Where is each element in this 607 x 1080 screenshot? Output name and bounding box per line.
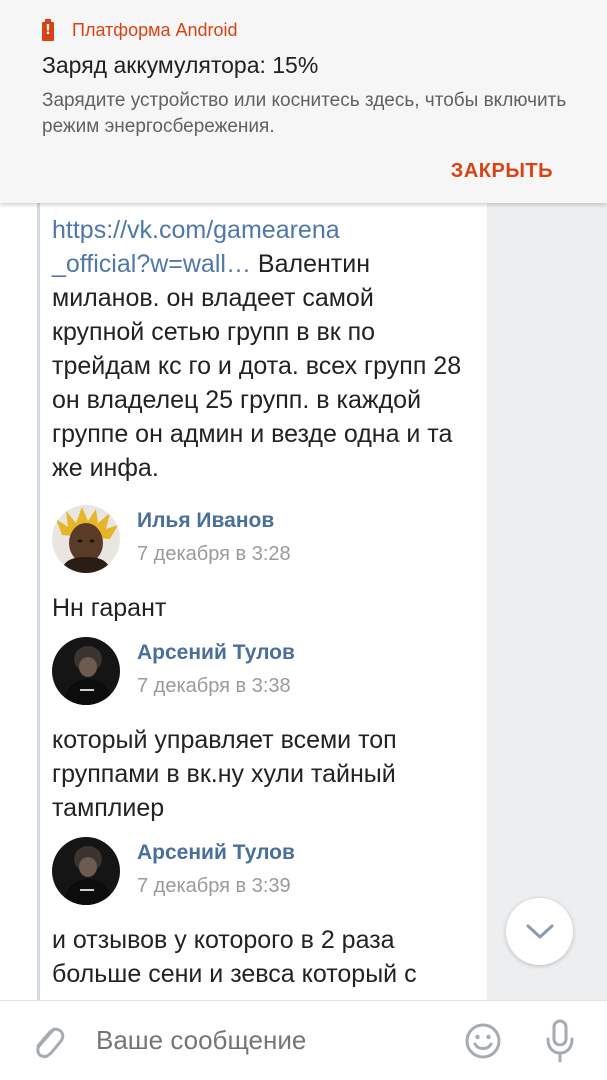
notification-app-name: Платформа Android bbox=[72, 19, 238, 40]
battery-notification[interactable]: ! Платформа Android Заряд аккумулятора: … bbox=[0, 0, 607, 203]
post-text: https://vk.com/gamearena _official?w=wall… bbox=[52, 213, 472, 485]
comment-thread: https://vk.com/gamearena _official?w=wall… bbox=[0, 185, 487, 1000]
chevron-down-icon bbox=[526, 924, 553, 938]
notification-close-button[interactable]: ЗАКРЫТЬ bbox=[451, 160, 553, 183]
avatar[interactable] bbox=[52, 637, 120, 705]
comment-author[interactable]: Арсений Тулов bbox=[137, 641, 295, 665]
comment-header: Илья Иванов 7 декабря в 3:28 bbox=[52, 505, 472, 573]
avatar[interactable] bbox=[52, 837, 120, 905]
comment-date: 7 декабря в 3:39 bbox=[137, 875, 291, 897]
comment-date: 7 декабря в 3:38 bbox=[137, 675, 291, 697]
battery-alert-icon: ! bbox=[42, 19, 54, 41]
comment-text: и отзывов у которого в 2 раза больше сен… bbox=[52, 926, 417, 988]
avatar[interactable] bbox=[52, 505, 120, 573]
smile-icon[interactable] bbox=[464, 1022, 502, 1060]
comment-date: 7 декабря в 3:28 bbox=[137, 543, 291, 565]
notification-text: Зарядите устройство или коснитесь здесь,… bbox=[42, 90, 567, 137]
message-composer bbox=[0, 1000, 607, 1080]
message-input[interactable] bbox=[96, 1025, 436, 1056]
quote-bar bbox=[37, 185, 40, 1000]
microphone-icon[interactable] bbox=[545, 1019, 575, 1063]
comment-header: Арсений Тулов 7 декабря в 3:38 bbox=[52, 637, 472, 705]
notification-title: Заряд аккумулятора: 15% bbox=[42, 52, 319, 78]
comment-text: который управляет всеми топ группами в в… bbox=[52, 726, 397, 822]
comment-author[interactable]: Илья Иванов bbox=[137, 509, 274, 533]
comment-author[interactable]: Арсений Тулов bbox=[137, 841, 295, 865]
comment-header: Арсений Тулов 7 декабря в 3:39 bbox=[52, 837, 472, 905]
paperclip-icon[interactable] bbox=[30, 1021, 66, 1061]
comment-text: Нн гарант bbox=[52, 594, 167, 622]
notification-header: ! Платформа Android bbox=[42, 18, 238, 42]
scroll-down-button[interactable] bbox=[506, 898, 573, 965]
post-body: Валентин миланов. он владеет самой крупн… bbox=[52, 250, 462, 482]
